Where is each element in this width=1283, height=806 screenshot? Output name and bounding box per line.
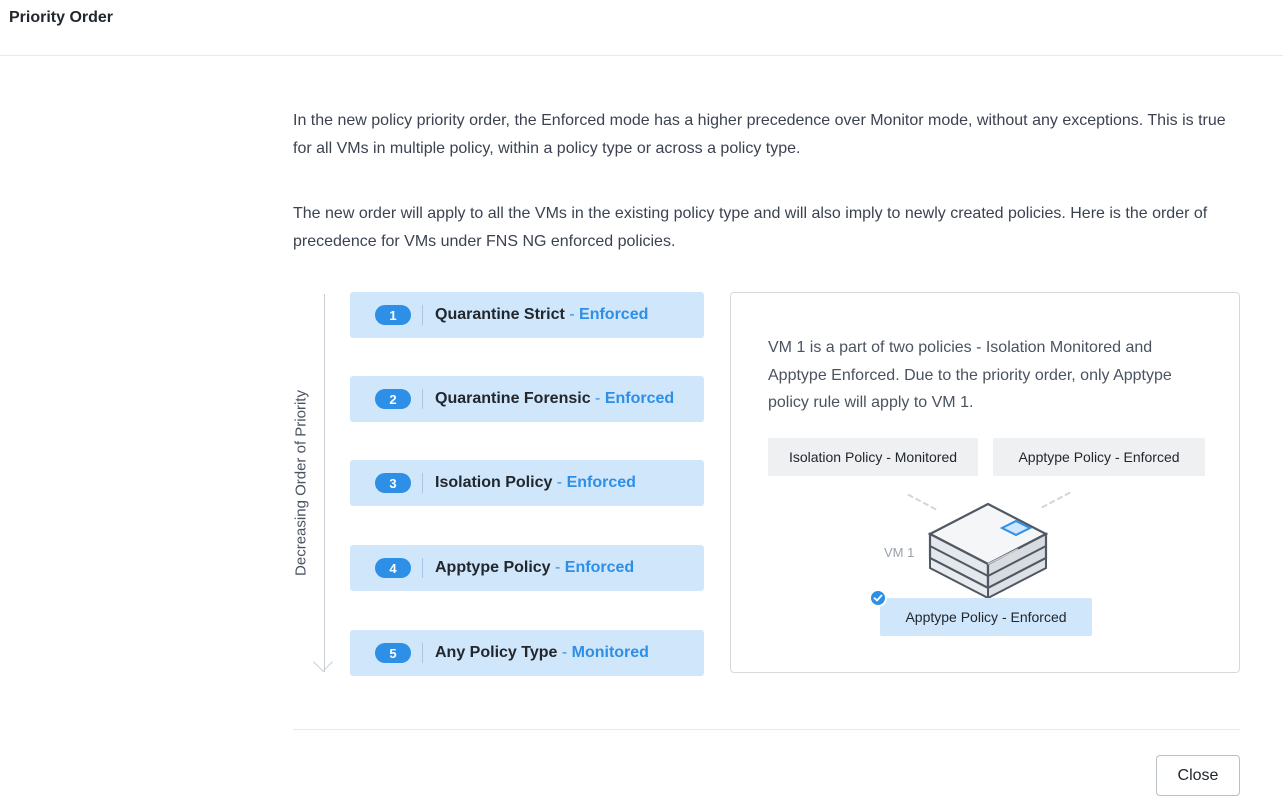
priority-number-badge: 5 bbox=[375, 643, 411, 663]
priority-item-text: Any Policy Type - Monitored bbox=[435, 644, 649, 662]
policy-chip-isolation: Isolation Policy - Monitored bbox=[768, 438, 978, 476]
priority-sep: - bbox=[552, 474, 567, 491]
vm-label: VM 1 bbox=[884, 545, 915, 560]
priority-name: Quarantine Strict bbox=[435, 306, 565, 323]
intro-paragraph-2: The new order will apply to all the VMs … bbox=[293, 205, 1208, 250]
priority-name: Isolation Policy bbox=[435, 474, 553, 491]
priority-name: Apptype Policy bbox=[435, 559, 551, 576]
priority-number-badge: 2 bbox=[375, 389, 411, 409]
result-policy-chip: Apptype Policy - Enforced bbox=[880, 598, 1092, 636]
priority-item-text: Quarantine Forensic - Enforced bbox=[435, 390, 674, 408]
priority-mode: Enforced bbox=[566, 474, 636, 491]
arrow-down-icon bbox=[313, 652, 333, 672]
check-icon bbox=[869, 589, 887, 607]
priority-item-text: Isolation Policy - Enforced bbox=[435, 474, 636, 492]
divider bbox=[422, 473, 423, 493]
priority-sep: - bbox=[557, 644, 572, 661]
priority-item-3: 3 Isolation Policy - Enforced bbox=[350, 460, 704, 506]
vm-cube-icon bbox=[927, 502, 1049, 600]
priority-item-2: 2 Quarantine Forensic - Enforced bbox=[350, 376, 704, 422]
priority-sep: - bbox=[590, 390, 605, 407]
priority-name: Quarantine Forensic bbox=[435, 390, 591, 407]
footer-divider bbox=[293, 729, 1240, 730]
priority-item-4: 4 Apptype Policy - Enforced bbox=[350, 545, 704, 591]
priority-number-badge: 3 bbox=[375, 473, 411, 493]
divider bbox=[422, 558, 423, 578]
priority-item-1: 1 Quarantine Strict - Enforced bbox=[350, 292, 704, 338]
example-description: VM 1 is a part of two policies - Isolati… bbox=[768, 339, 1172, 411]
priority-axis bbox=[280, 290, 340, 680]
priority-name: Any Policy Type bbox=[435, 644, 558, 661]
priority-sep: - bbox=[550, 559, 565, 576]
priority-mode: Monitored bbox=[571, 644, 649, 661]
divider bbox=[422, 305, 423, 325]
divider bbox=[422, 389, 423, 409]
axis-line bbox=[324, 294, 325, 672]
dialog-header: Priority Order bbox=[0, 0, 1283, 56]
close-button[interactable]: Close bbox=[1156, 755, 1240, 796]
priority-mode: Enforced bbox=[579, 306, 649, 323]
divider bbox=[422, 643, 423, 663]
priority-item-text: Apptype Policy - Enforced bbox=[435, 559, 634, 577]
priority-number-badge: 1 bbox=[375, 305, 411, 325]
priority-mode: Enforced bbox=[564, 559, 635, 576]
axis-label: Decreasing Order of Priority bbox=[292, 390, 310, 576]
priority-number-badge: 4 bbox=[375, 558, 411, 578]
policy-chip-apptype: Apptype Policy - Enforced bbox=[993, 438, 1205, 476]
priority-mode: Enforced bbox=[604, 390, 675, 407]
intro-paragraph-1: In the new policy priority order, the En… bbox=[293, 112, 1226, 157]
dialog-title: Priority Order bbox=[9, 9, 114, 26]
priority-item-text: Quarantine Strict - Enforced bbox=[435, 306, 648, 324]
priority-sep: - bbox=[564, 306, 580, 323]
priority-item-5: 5 Any Policy Type - Monitored bbox=[350, 630, 704, 676]
example-card: VM 1 is a part of two policies - Isolati… bbox=[730, 292, 1240, 673]
